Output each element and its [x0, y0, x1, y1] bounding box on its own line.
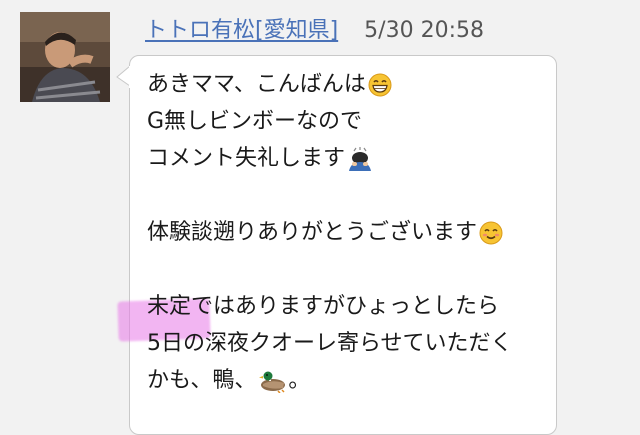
message-text: G無しビンボーなので [147, 109, 363, 134]
message-line: 5日の深夜クオーレ寄らせていただく [147, 325, 547, 362]
message-line: あきママ、こんばんは [147, 66, 547, 103]
duck-icon [258, 369, 288, 393]
message-text: 体験談遡りありがとうございます [147, 220, 478, 245]
avatar-photo [20, 12, 110, 102]
avatar[interactable] [20, 12, 110, 102]
message-text-end: 。 [288, 368, 311, 393]
message-body: あきママ、こんばんは G無しビンボーなので コメント失礼します 体験談遡りありが… [147, 66, 547, 399]
message-text: コメント失礼します [147, 146, 346, 171]
message-line: G無しビンボーなので [147, 103, 547, 140]
message-text: 未定ではありますがひょっとしたら [147, 294, 500, 319]
smiling-face-icon [479, 221, 503, 245]
post-timestamp: 5/30 20:58 [364, 18, 484, 43]
message-text: かも、鴨、 [147, 368, 257, 393]
message-line: コメント失礼します [147, 140, 547, 177]
author-name-link[interactable]: トトロ有松[愛知県] [145, 12, 338, 44]
message-line: かも、鴨、 。 [147, 362, 547, 399]
grinning-face-icon [368, 73, 392, 97]
message-line: 体験談遡りありがとうございます [147, 214, 547, 251]
message-text: 5日の深夜クオーレ寄らせていただく [147, 331, 513, 356]
message-text: あきママ、こんばんは [147, 72, 366, 97]
message-line: 未定ではありますがひょっとしたら [147, 288, 547, 325]
bowing-person-icon [347, 146, 373, 171]
post-header: トトロ有松[愛知県] 5/30 20:58 [145, 12, 484, 44]
